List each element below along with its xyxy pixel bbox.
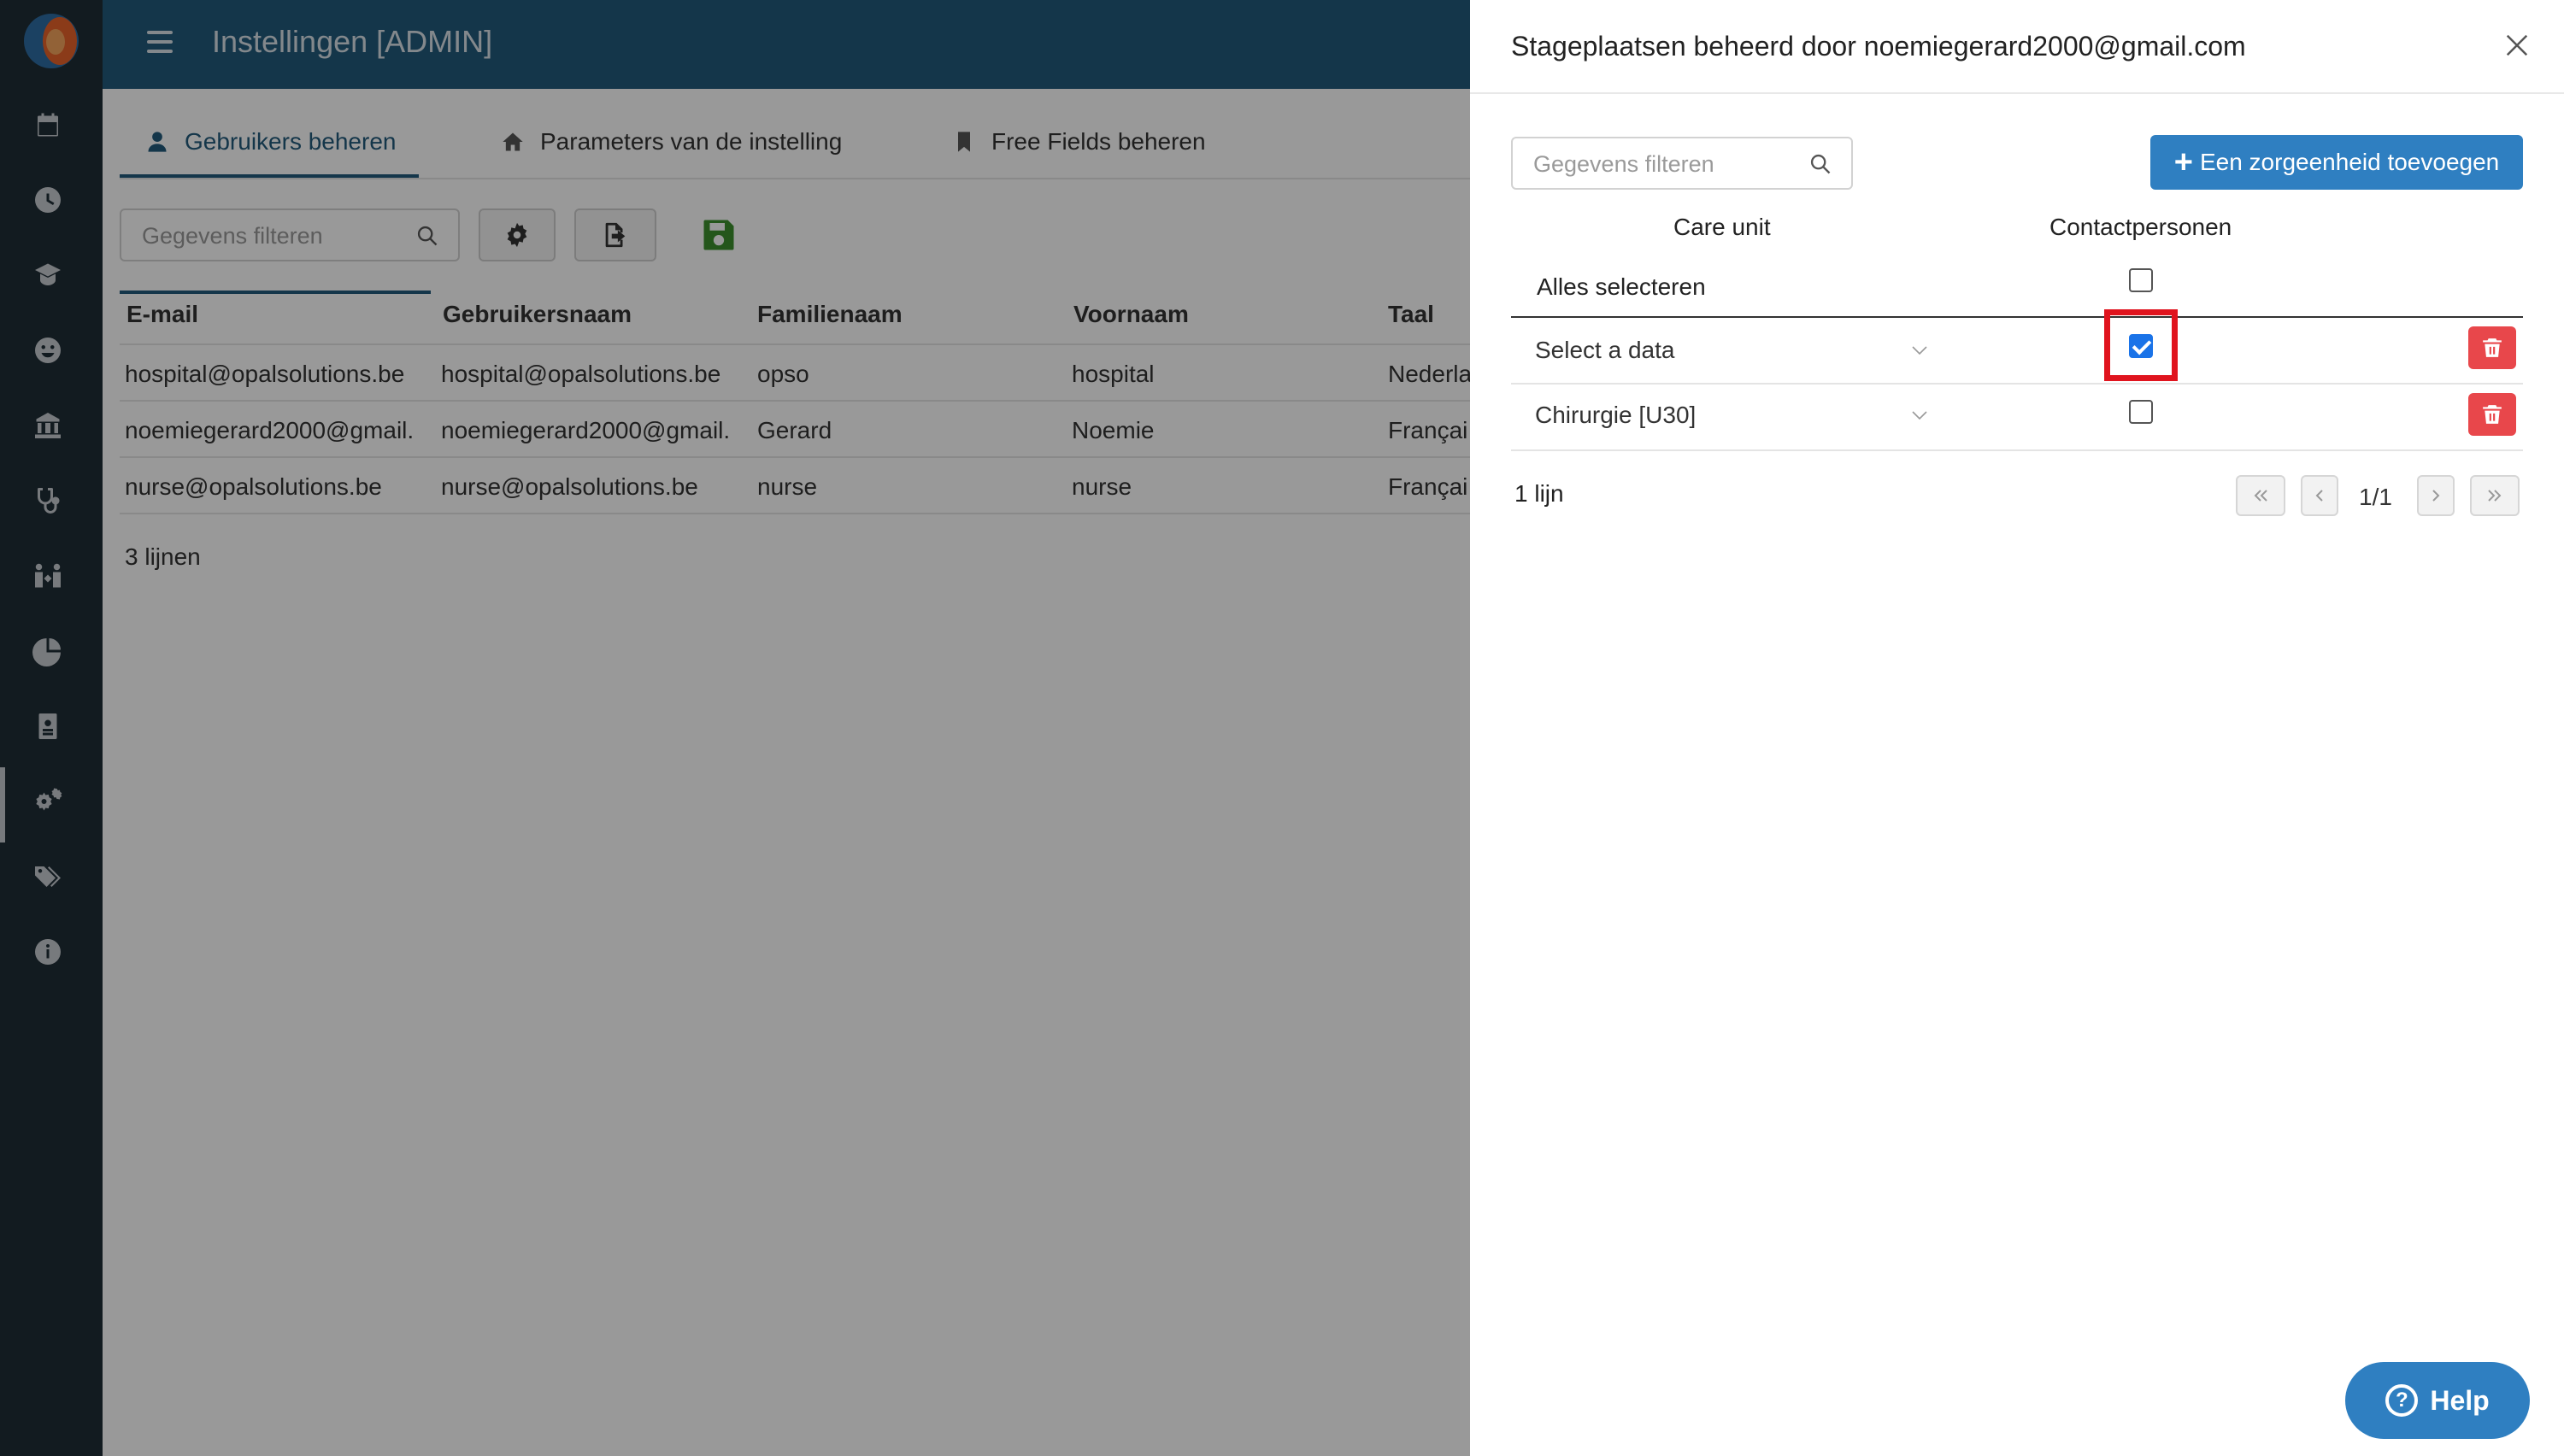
chevron-down-icon[interactable] <box>1909 340 1930 361</box>
drawer-header-divider <box>1470 92 2564 94</box>
help-button[interactable]: ? Help <box>2345 1362 2530 1439</box>
column-header-contactpersonen: Contactpersonen <box>2049 214 2232 240</box>
row-divider <box>1511 383 2523 385</box>
chevrons-left-icon <box>2254 490 2267 502</box>
first-page-button[interactable] <box>2236 475 2285 516</box>
question-icon: ? <box>2385 1384 2419 1417</box>
select-all-checkbox[interactable] <box>2129 268 2153 292</box>
care-unit-select[interactable]: Chirurgie [U30] <box>1535 402 1696 429</box>
chevron-left-icon <box>2315 490 2323 502</box>
next-page-button[interactable] <box>2417 475 2455 516</box>
previous-page-button[interactable] <box>2301 475 2338 516</box>
column-header-care-unit: Care unit <box>1673 214 1771 240</box>
highlight-box <box>2104 309 2178 381</box>
pagination-indicator: 1/1 <box>2359 484 2392 510</box>
chevrons-right-icon <box>2488 490 2502 502</box>
care-unit-select[interactable]: Select a data <box>1535 337 1674 364</box>
contact-checkbox[interactable] <box>2129 400 2153 424</box>
close-icon[interactable] <box>2504 32 2530 58</box>
plus-icon: + <box>2173 144 2193 180</box>
drawer-filter-input[interactable] <box>1532 150 1791 179</box>
help-label: Help <box>2430 1384 2490 1416</box>
trash-icon <box>2483 338 2502 357</box>
trash-icon <box>2483 405 2502 424</box>
drawer-row-count: 1 lijn <box>1514 480 1564 507</box>
row-divider <box>1511 449 2523 451</box>
last-page-button[interactable] <box>2470 475 2520 516</box>
delete-row-button[interactable] <box>2468 393 2516 436</box>
drawer-title: Stageplaatsen beheerd door noemiegerard2… <box>1511 31 2246 62</box>
modal-backdrop[interactable] <box>0 0 1470 1456</box>
drawer-filter <box>1511 137 1853 190</box>
header-divider <box>1511 316 2523 318</box>
select-all-label: Alles selecteren <box>1537 273 1706 300</box>
add-care-unit-label: Een zorgeenheid toevoegen <box>2199 149 2500 175</box>
care-units-drawer: Stageplaatsen beheerd door noemiegerard2… <box>1470 0 2564 1456</box>
search-icon <box>1810 154 1831 174</box>
delete-row-button[interactable] <box>2468 326 2516 369</box>
chevron-down-icon[interactable] <box>1909 405 1930 426</box>
chevron-right-icon <box>2432 490 2440 502</box>
add-care-unit-button[interactable]: + Een zorgeenheid toevoegen <box>2150 135 2523 190</box>
